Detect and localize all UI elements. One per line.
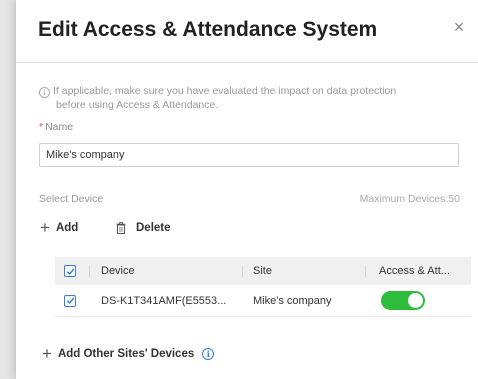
select-all-cell bbox=[64, 257, 76, 285]
name-label: * Name bbox=[39, 121, 73, 133]
header-divider bbox=[16, 62, 478, 63]
delete-device-button[interactable]: Delete bbox=[116, 220, 171, 236]
add-other-sites-devices-button[interactable]: + Add Other Sites' Devices i bbox=[42, 344, 215, 363]
add-other-label: Add Other Sites' Devices bbox=[57, 348, 195, 360]
plus-icon: + bbox=[40, 218, 50, 237]
close-icon[interactable]: × bbox=[451, 18, 467, 36]
select-all-checkbox[interactable] bbox=[64, 265, 76, 277]
plus-icon: + bbox=[42, 344, 52, 363]
delete-label: Delete bbox=[136, 222, 171, 234]
name-input[interactable] bbox=[39, 143, 459, 167]
column-header-access: Access & Att... bbox=[379, 265, 450, 277]
add-label: Add bbox=[55, 222, 79, 234]
device-name-cell: DS-K1T341AMF(E5553... bbox=[101, 294, 227, 307]
column-header-device: Device bbox=[101, 265, 135, 277]
name-label-text: Name bbox=[45, 121, 74, 133]
info-icon: i bbox=[39, 87, 50, 98]
device-table: Device Site Access & Att... DS-K1T341AMF… bbox=[55, 257, 471, 333]
column-separator bbox=[89, 266, 90, 277]
toggle-knob bbox=[408, 293, 423, 308]
notice-text-line2: before using Access & Attendance. bbox=[56, 99, 219, 111]
table-header: Device Site Access & Att... bbox=[55, 257, 471, 285]
row-select-cell bbox=[64, 285, 76, 316]
add-device-button[interactable]: + Add bbox=[40, 218, 79, 237]
access-attendance-toggle[interactable] bbox=[381, 291, 425, 310]
data-protection-notice: i If applicable, make sure you have evalu… bbox=[39, 84, 459, 112]
table-row[interactable]: DS-K1T341AMF(E5553... Mike's company bbox=[55, 285, 471, 317]
site-cell: Mike's company bbox=[253, 294, 332, 307]
required-mark: * bbox=[39, 121, 44, 133]
access-toggle-cell bbox=[381, 285, 425, 316]
checkbox-checked-icon bbox=[66, 297, 74, 304]
row-checkbox[interactable] bbox=[64, 294, 76, 307]
notice-text-line1: If applicable, make sure you have evalua… bbox=[53, 85, 397, 97]
column-separator bbox=[365, 266, 366, 277]
trash-icon bbox=[116, 222, 126, 234]
edit-access-dialog: Edit Access & Attendance System × i If ap… bbox=[16, 0, 478, 379]
select-device-label: Select Device bbox=[39, 193, 104, 205]
column-header-site: Site bbox=[253, 265, 272, 277]
dialog-title: Edit Access & Attendance System bbox=[38, 18, 378, 41]
info-icon[interactable]: i bbox=[202, 348, 215, 360]
checkbox-checked-icon bbox=[66, 268, 74, 275]
column-separator bbox=[242, 266, 243, 277]
max-devices-label: Maximum Devices:50 bbox=[359, 193, 460, 205]
